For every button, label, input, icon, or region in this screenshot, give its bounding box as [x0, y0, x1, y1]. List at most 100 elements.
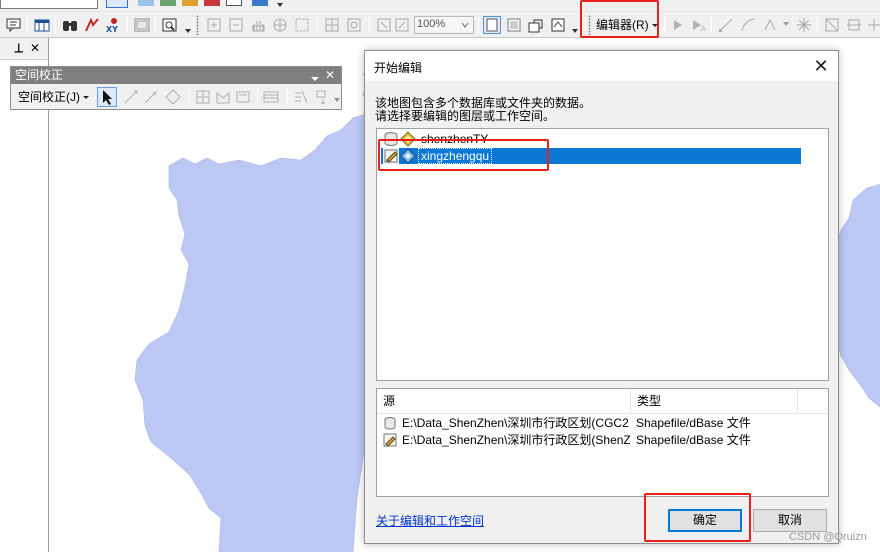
route-find-icon[interactable] — [84, 17, 100, 33]
spatial-toolbar-titlebar[interactable]: 空间校正 ✕ — [11, 67, 341, 84]
select-elements-arrow-icon[interactable] — [97, 87, 117, 107]
about-editing-link[interactable]: 关于编辑和工作空间 — [376, 512, 484, 529]
chevron-down-icon — [83, 96, 90, 99]
page-tool-2-icon[interactable] — [506, 17, 522, 33]
edit-tool-icon[interactable] — [670, 17, 686, 33]
zoom-in-fixed-icon[interactable] — [206, 17, 222, 33]
source-type: Shapefile/dBase 文件 — [636, 433, 751, 447]
table-row[interactable]: E:\Data_ShenZhen\深圳市行政区划(CGC2... Shapefi… — [377, 415, 828, 432]
separator — [317, 16, 318, 34]
magnifier-window-icon[interactable] — [162, 17, 178, 33]
toolbar-dropdown-arrow[interactable] — [276, 0, 284, 10]
edge-match-icon[interactable] — [293, 89, 309, 105]
spatial-toolbar-title: 空间校正 — [15, 68, 64, 82]
cancel-button[interactable]: 取消 — [753, 509, 827, 532]
toolbar-dropdown-arrow[interactable] — [333, 95, 341, 105]
point-tool-icon[interactable] — [762, 17, 778, 33]
toolbar-dropdown-arrow[interactable] — [782, 19, 790, 29]
top-toolbar-row-2: XY 100% 编辑器(R) A — [0, 12, 880, 38]
find-binoculars-icon[interactable] — [62, 17, 78, 33]
ok-button[interactable]: 确定 — [668, 509, 742, 532]
edit-pencil-icon — [383, 148, 399, 164]
dialog-title: 开始编辑 — [374, 61, 423, 75]
editor-menu-button[interactable]: 编辑器(R) — [594, 16, 660, 34]
rotate-tool-icon[interactable] — [846, 17, 862, 33]
chevron-down-icon[interactable] — [459, 19, 471, 31]
overview-window-icon[interactable] — [134, 17, 150, 33]
layer-name: xingzhengqu — [417, 148, 493, 164]
page-layout-icon[interactable] — [483, 16, 501, 34]
split-tool-icon[interactable] — [824, 17, 840, 33]
layout-tool-1-icon[interactable] — [324, 17, 340, 33]
pan-hand-icon[interactable] — [250, 17, 266, 33]
toolbar-grip[interactable] — [588, 15, 591, 35]
toolbar-button-4[interactable] — [182, 0, 198, 6]
source-type-table[interactable]: 源 类型 E:\Data_ShenZhen\深圳市行政区划(CGC2... Sh… — [376, 388, 829, 497]
modify-link-icon[interactable] — [143, 89, 159, 105]
toolbar-button-7[interactable] — [252, 0, 268, 6]
attribute-transfer-icon[interactable] — [315, 89, 331, 105]
layout-tool-4-icon[interactable] — [394, 17, 410, 33]
layout-tool-3-icon[interactable] — [376, 17, 392, 33]
clear-limited-area-icon[interactable] — [235, 89, 251, 105]
start-editing-dialog: 开始编辑 ✕ 该地图包含多个数据库或文件夹的数据。 请选择要编辑的图层或工作空间… — [364, 50, 839, 544]
layer-list-item-shenzhenty[interactable]: shenzhenTY — [381, 131, 801, 147]
toolbar-button-1[interactable] — [106, 0, 128, 8]
view-link-table-icon[interactable] — [263, 89, 279, 105]
toolbar-button-5[interactable] — [204, 0, 220, 6]
spatial-adjustment-toolbar[interactable]: 空间校正 ✕ 空间校正(J) — [10, 66, 342, 110]
layout-tool-2-icon[interactable] — [346, 17, 362, 33]
pin-icon[interactable]: ⊣ — [11, 43, 25, 54]
toolbar-button-2[interactable] — [138, 0, 154, 6]
toolbar-button-3[interactable] — [160, 0, 176, 6]
go-to-xy-icon[interactable]: XY — [106, 17, 122, 34]
multi-displacement-link-icon[interactable] — [165, 89, 181, 105]
editable-layer-list[interactable]: shenzhenTY xingzhengqu — [376, 128, 829, 381]
table-row[interactable]: E:\Data_ShenZhen\深圳市行政区划(ShenZ... Shapef… — [377, 432, 828, 449]
separator — [55, 16, 56, 34]
column-header-source[interactable]: 源 — [377, 389, 631, 414]
layer-list-item-xingzhengqu[interactable]: xingzhengqu — [381, 148, 801, 164]
column-header-type[interactable]: 类型 — [631, 389, 798, 414]
top-toolbar-row-1 — [0, 0, 880, 12]
new-identity-link-icon[interactable] — [195, 89, 211, 105]
database-cylinder-icon — [383, 131, 399, 147]
eastern-land-polygon — [832, 183, 880, 408]
zoom-out-fixed-icon[interactable] — [228, 17, 244, 33]
close-icon[interactable]: ✕ — [325, 67, 335, 84]
page-tool-4-icon[interactable] — [550, 17, 566, 33]
scale-dropdown[interactable] — [0, 0, 98, 9]
straight-segment-icon[interactable] — [718, 17, 734, 33]
zoom-level-select[interactable]: 100% — [414, 16, 474, 34]
separator — [155, 16, 156, 34]
editor-menu-label: 编辑器(R) — [596, 18, 649, 32]
close-icon[interactable]: ✕ — [30, 41, 40, 55]
spatial-adjustment-menu[interactable]: 空间校正(J) — [15, 88, 92, 106]
more-tools-icon[interactable] — [866, 17, 880, 33]
full-extent-icon[interactable] — [272, 17, 288, 33]
separator — [478, 16, 479, 34]
close-icon[interactable]: ✕ — [804, 51, 838, 81]
select-features-icon[interactable] — [294, 17, 310, 33]
column-header-spacer — [798, 389, 828, 414]
toolbar-grip[interactable] — [196, 15, 199, 35]
new-limited-adjustment-area-icon[interactable] — [215, 89, 231, 105]
chevron-down-icon[interactable] — [311, 72, 319, 81]
comment-icon[interactable] — [6, 17, 22, 33]
source-path: E:\Data_ShenZhen\深圳市行政区划(CGC2... — [402, 416, 630, 430]
separator — [369, 16, 370, 34]
edit-pencil-icon — [383, 433, 397, 447]
source-type: Shapefile/dBase 文件 — [636, 416, 751, 430]
snapping-icon[interactable] — [796, 17, 812, 33]
curve-segment-icon[interactable] — [740, 17, 756, 33]
toolbar-dropdown-arrow[interactable] — [571, 26, 579, 36]
separator — [257, 88, 258, 106]
separator — [664, 16, 665, 34]
page-tool-3-icon[interactable] — [528, 17, 544, 33]
edit-annotation-icon[interactable]: A — [690, 17, 706, 33]
dialog-titlebar[interactable]: 开始编辑 ✕ — [365, 51, 838, 81]
toolbar-dropdown-arrow[interactable] — [184, 26, 192, 36]
new-displacement-link-icon[interactable] — [123, 89, 139, 105]
toolbar-button-6[interactable] — [226, 0, 242, 6]
table-options-icon[interactable] — [34, 17, 50, 33]
